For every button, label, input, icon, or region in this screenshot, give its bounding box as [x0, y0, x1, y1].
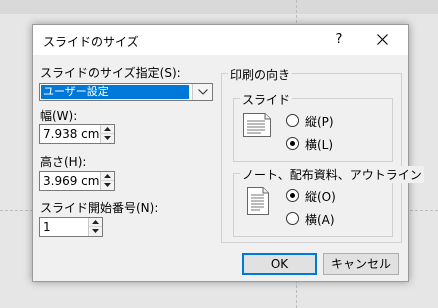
slides-portrait-radio[interactable]: 縦(P)	[286, 113, 376, 129]
radio-circle	[286, 114, 299, 127]
notes-orientation-group: ノート、配布資料、アウトライン 縦(O) 横(A)	[233, 166, 424, 237]
notes-orientation-title: ノート、配布資料、アウトライン	[240, 166, 424, 183]
slides-orientation-group: スライド 縦(P) 横(L)	[233, 91, 393, 162]
height-spinner[interactable]: 3.969 cm	[39, 171, 115, 191]
slide-canvas-top	[0, 0, 438, 14]
slide-size-label: スライドのサイズ指定(S):	[40, 66, 181, 80]
slides-portrait-label: 縦(P)	[305, 115, 334, 129]
cancel-button[interactable]: キャンセル	[323, 253, 399, 275]
slide-size-value: ユーザー設定	[41, 85, 189, 99]
start-number-increment[interactable]	[89, 218, 102, 227]
width-decrement[interactable]	[101, 134, 114, 143]
help-button[interactable]: ?	[328, 29, 350, 51]
slides-orientation-title: スライド	[240, 91, 293, 108]
notes-portrait-radio[interactable]: 縦(O)	[286, 188, 376, 204]
start-number-value: 1	[43, 220, 51, 234]
radio-selected-dot	[290, 141, 295, 146]
slides-landscape-label: 横(L)	[305, 138, 334, 152]
height-label: 高さ(H):	[40, 155, 87, 169]
height-increment[interactable]	[101, 172, 114, 181]
title-bar: スライドのサイズ ?	[33, 25, 408, 55]
radio-selected-dot	[290, 193, 295, 198]
start-number-spinner[interactable]: 1	[39, 217, 103, 237]
start-number-spin-buttons	[88, 218, 102, 236]
ok-button[interactable]: OK	[242, 253, 317, 275]
landscape-page-icon	[243, 113, 271, 137]
orientation-group: 印刷の向き スライド 縦(P) 横(L) ノート、配布資料、アウトライン 縦(O…	[221, 66, 424, 243]
notes-portrait-label: 縦(O)	[305, 190, 336, 204]
start-number-label: スライド開始番号(N):	[40, 201, 159, 215]
radio-circle	[286, 137, 299, 150]
arrow-up-icon	[104, 127, 111, 131]
dialog-title: スライドのサイズ	[43, 35, 139, 49]
close-button[interactable]	[371, 29, 395, 51]
radio-circle	[286, 189, 299, 202]
slide-size-dropdown[interactable]: ユーザー設定	[39, 83, 213, 101]
arrow-down-icon	[104, 136, 111, 140]
orientation-title: 印刷の向き	[228, 66, 293, 83]
dropdown-toggle[interactable]	[192, 84, 212, 100]
arrow-down-icon	[92, 229, 99, 233]
arrow-up-icon	[104, 174, 111, 178]
width-label: 幅(W):	[40, 109, 78, 123]
portrait-page-icon	[247, 187, 269, 215]
height-decrement[interactable]	[101, 181, 114, 190]
radio-circle	[286, 212, 299, 225]
slide-size-dialog: スライドのサイズ ? スライドのサイズ指定(S): ユーザー設定 幅(W): 7…	[32, 24, 424, 282]
width-spin-buttons	[100, 125, 114, 143]
arrow-down-icon	[104, 183, 111, 187]
arrow-up-icon	[92, 220, 99, 224]
width-value: 7.938 cm	[43, 127, 100, 141]
start-number-decrement[interactable]	[89, 227, 102, 236]
height-spin-buttons	[100, 172, 114, 190]
notes-landscape-radio[interactable]: 横(A)	[286, 211, 376, 227]
chevron-down-icon	[198, 89, 208, 95]
close-icon	[377, 34, 388, 45]
notes-landscape-label: 横(A)	[305, 213, 335, 227]
slides-landscape-radio[interactable]: 横(L)	[286, 136, 376, 152]
width-spinner[interactable]: 7.938 cm	[39, 124, 115, 144]
height-value: 3.969 cm	[43, 174, 100, 188]
width-increment[interactable]	[101, 125, 114, 134]
